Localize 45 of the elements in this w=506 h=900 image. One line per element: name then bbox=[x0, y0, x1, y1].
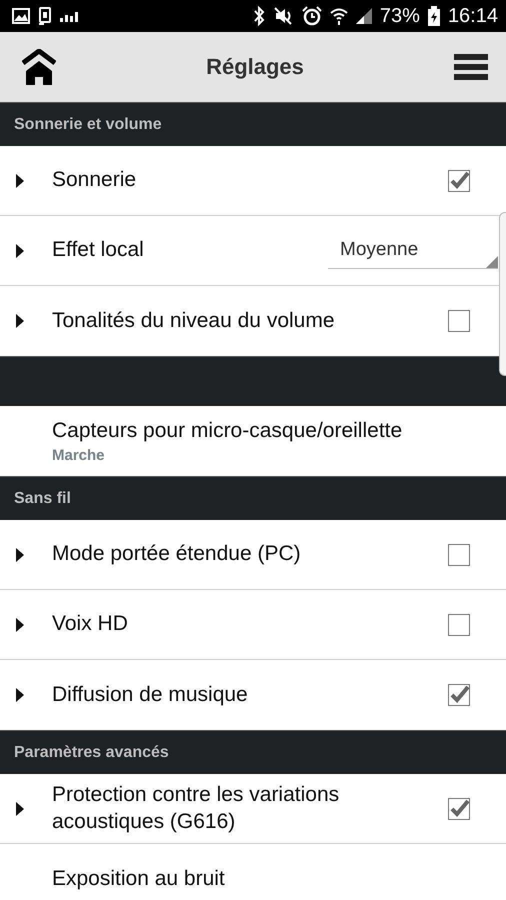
bluetooth-icon bbox=[252, 6, 266, 26]
setting-row[interactable]: Exposition au bruit bbox=[0, 844, 506, 900]
setting-label: Tonalités du niveau du volume bbox=[52, 308, 336, 334]
signal-icon bbox=[60, 10, 78, 22]
checkbox[interactable] bbox=[448, 614, 470, 636]
clock-time: 16:14 bbox=[448, 4, 498, 28]
app-title: Réglages bbox=[206, 54, 304, 80]
expand-arrow-icon[interactable] bbox=[16, 174, 24, 188]
battery-icon bbox=[428, 6, 440, 26]
setting-row[interactable]: Capteurs pour micro-casque/oreillette Marche bbox=[0, 406, 506, 476]
expand-arrow-icon[interactable] bbox=[16, 548, 24, 562]
checkbox[interactable] bbox=[448, 684, 470, 706]
menu-icon[interactable] bbox=[454, 52, 488, 82]
section-header: Paramètres avancés bbox=[14, 744, 169, 762]
dropdown[interactable]: Moyenne bbox=[328, 232, 498, 268]
caret-icon bbox=[486, 256, 498, 268]
setting-label: Effet local bbox=[52, 237, 145, 264]
scrollbar[interactable] bbox=[499, 212, 506, 376]
setting-label: Mode portée étendue (PC) bbox=[52, 541, 302, 568]
image-icon bbox=[12, 8, 30, 24]
expand-arrow-icon[interactable] bbox=[16, 618, 24, 632]
checkbox[interactable] bbox=[448, 170, 470, 192]
setting-label: Protection contre les variations acoustiques (G616) bbox=[52, 782, 340, 834]
section-header: Sans fil bbox=[14, 490, 71, 508]
setting-label: Exposition au bruit bbox=[52, 866, 226, 892]
alarm-icon bbox=[302, 6, 322, 26]
setting-label: Capteurs pour micro-casque/oreillette bbox=[52, 418, 404, 442]
section-header: Sonnerie et volume bbox=[14, 116, 162, 134]
wifi-icon bbox=[330, 7, 348, 25]
expand-arrow-icon[interactable] bbox=[16, 688, 24, 702]
setting-value: Marche bbox=[52, 446, 106, 464]
setting-label: Sonnerie bbox=[52, 167, 138, 194]
expand-arrow-icon[interactable] bbox=[16, 802, 24, 816]
checkbox[interactable] bbox=[448, 310, 470, 332]
checkbox[interactable] bbox=[448, 798, 470, 820]
mute-icon bbox=[274, 7, 294, 25]
expand-arrow-icon[interactable] bbox=[16, 244, 24, 258]
home-icon[interactable] bbox=[22, 49, 56, 85]
setting-label: Voix HD bbox=[52, 611, 129, 638]
setting-label: Diffusion de musique bbox=[52, 682, 249, 708]
expand-arrow-icon[interactable] bbox=[16, 314, 24, 328]
battery-percent: 73% bbox=[380, 4, 420, 28]
phone-icon bbox=[38, 7, 52, 25]
cell-signal-icon bbox=[356, 8, 372, 24]
checkbox[interactable] bbox=[448, 544, 470, 566]
